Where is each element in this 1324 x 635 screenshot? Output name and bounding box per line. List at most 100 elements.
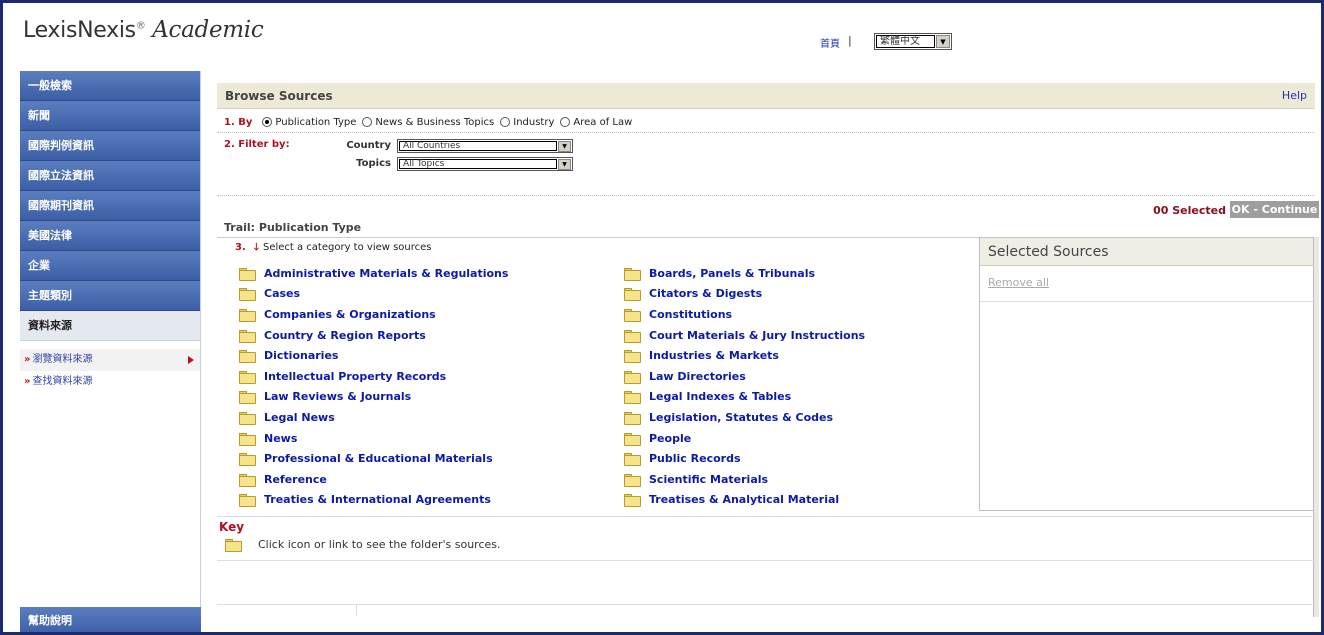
category-item[interactable]: Court Materials & Jury Instructions	[624, 325, 865, 346]
folder-icon[interactable]	[624, 411, 641, 425]
folder-icon[interactable]	[624, 432, 641, 446]
folder-icon[interactable]	[239, 350, 256, 364]
folder-icon[interactable]	[624, 308, 641, 322]
category-link[interactable]: Constitutions	[649, 308, 732, 321]
category-item[interactable]: Administrative Materials & Regulations	[239, 263, 508, 284]
category-item[interactable]: Industries & Markets	[624, 345, 865, 366]
category-item[interactable]: Reference	[239, 469, 508, 490]
country-select[interactable]: All Countries ▼	[397, 139, 573, 153]
category-item[interactable]: Public Records	[624, 448, 865, 469]
category-link[interactable]: Dictionaries	[264, 349, 338, 362]
category-item[interactable]: Treatises & Analytical Material	[624, 490, 865, 511]
category-link[interactable]: Companies & Organizations	[264, 308, 436, 321]
topics-select[interactable]: All Topics ▼	[397, 157, 573, 171]
category-item[interactable]: Law Reviews & Journals	[239, 387, 508, 408]
ok-continue-button[interactable]: OK - Continue	[1230, 201, 1319, 218]
remove-all-link[interactable]: Remove all	[980, 266, 1314, 302]
sidebar-item-general-search[interactable]: 一般檢索	[20, 71, 200, 101]
category-link[interactable]: Court Materials & Jury Instructions	[649, 329, 865, 342]
category-link[interactable]: Legislation, Statutes & Codes	[649, 411, 833, 424]
category-item[interactable]: Intellectual Property Records	[239, 366, 508, 387]
category-item[interactable]: Law Directories	[624, 366, 865, 387]
folder-icon[interactable]	[624, 453, 641, 467]
chevron-down-icon[interactable]: ▼	[558, 140, 571, 152]
category-item[interactable]: Companies & Organizations	[239, 304, 508, 325]
category-item[interactable]: Treaties & International Agreements	[239, 490, 508, 511]
folder-icon[interactable]	[624, 288, 641, 302]
category-link[interactable]: Professional & Educational Materials	[264, 452, 493, 465]
category-item[interactable]: Boards, Panels & Tribunals	[624, 263, 865, 284]
sidebar-item-help[interactable]: 幫助說明	[20, 607, 201, 632]
category-item[interactable]: Scientific Materials	[624, 469, 865, 490]
folder-icon[interactable]	[239, 473, 256, 487]
folder-icon[interactable]	[239, 494, 256, 508]
folder-icon[interactable]	[239, 267, 256, 281]
category-item[interactable]: News	[239, 428, 508, 449]
category-link[interactable]: Law Directories	[649, 370, 746, 383]
language-select[interactable]: 繁體中文 ▼	[874, 33, 952, 50]
category-item[interactable]: Legislation, Statutes & Codes	[624, 407, 865, 428]
folder-icon[interactable]	[624, 267, 641, 281]
category-link[interactable]: Scientific Materials	[649, 473, 768, 486]
category-link[interactable]: Industries & Markets	[649, 349, 779, 362]
folder-icon[interactable]	[624, 370, 641, 384]
sidebar-item-sources[interactable]: 資料來源	[20, 311, 200, 341]
category-item[interactable]: Country & Region Reports	[239, 325, 508, 346]
category-link[interactable]: Intellectual Property Records	[264, 370, 446, 383]
folder-icon[interactable]	[239, 391, 256, 405]
category-item[interactable]: Dictionaries	[239, 345, 508, 366]
folder-icon[interactable]	[239, 288, 256, 302]
sidebar-item-subjects[interactable]: 主題類別	[20, 281, 200, 311]
sidebar-item-companies[interactable]: 企業	[20, 251, 200, 281]
category-item[interactable]: Professional & Educational Materials	[239, 448, 508, 469]
sidebar-subitem-find-sources[interactable]: » 查找資料來源	[20, 371, 200, 393]
category-link[interactable]: Citators & Digests	[649, 287, 762, 300]
folder-icon[interactable]	[239, 432, 256, 446]
folder-icon[interactable]	[239, 411, 256, 425]
sidebar-item-international-cases[interactable]: 國際判例資訊	[20, 131, 200, 161]
sidebar-item-international-journals[interactable]: 國際期刊資訊	[20, 191, 200, 221]
radio-news-business-topics[interactable]	[362, 117, 373, 127]
category-link[interactable]: Country & Region Reports	[264, 329, 426, 342]
category-link[interactable]: Cases	[264, 287, 300, 300]
folder-icon[interactable]	[624, 494, 641, 508]
category-link[interactable]: Reference	[264, 473, 327, 486]
category-link[interactable]: Public Records	[649, 452, 741, 465]
category-item[interactable]: Citators & Digests	[624, 284, 865, 305]
folder-icon[interactable]	[624, 350, 641, 364]
radio-label[interactable]: Publication Type	[275, 117, 356, 128]
radio-label[interactable]: News & Business Topics	[375, 117, 494, 128]
category-link[interactable]: Law Reviews & Journals	[264, 390, 411, 403]
sidebar-item-international-legislation[interactable]: 國際立法資訊	[20, 161, 200, 191]
chevron-down-icon[interactable]: ▼	[558, 158, 571, 170]
category-link[interactable]: People	[649, 432, 691, 445]
help-link[interactable]: Help	[1282, 89, 1307, 102]
folder-icon[interactable]	[239, 453, 256, 467]
category-item[interactable]: People	[624, 428, 865, 449]
category-link[interactable]: News	[264, 432, 297, 445]
category-link[interactable]: Legal News	[264, 411, 335, 424]
folder-icon[interactable]	[239, 329, 256, 343]
chevron-down-icon[interactable]: ▼	[936, 35, 950, 48]
folder-icon[interactable]	[624, 329, 641, 343]
radio-label[interactable]: Industry	[513, 117, 554, 128]
category-link[interactable]: Treatises & Analytical Material	[649, 493, 839, 506]
sidebar-item-us-law[interactable]: 美國法律	[20, 221, 200, 251]
category-item[interactable]: Constitutions	[624, 304, 865, 325]
radio-area-of-law[interactable]	[560, 117, 571, 127]
folder-icon[interactable]	[239, 308, 256, 322]
category-item[interactable]: Legal News	[239, 407, 508, 428]
category-link[interactable]: Treaties & International Agreements	[264, 493, 491, 506]
category-link[interactable]: Boards, Panels & Tribunals	[649, 267, 815, 280]
category-item[interactable]: Legal Indexes & Tables	[624, 387, 865, 408]
category-link[interactable]: Administrative Materials & Regulations	[264, 267, 508, 280]
folder-icon[interactable]	[624, 473, 641, 487]
radio-label[interactable]: Area of Law	[573, 117, 632, 128]
sidebar-item-news[interactable]: 新聞	[20, 101, 200, 131]
sidebar-subitem-browse-sources[interactable]: » 瀏覽資料來源	[20, 349, 200, 371]
home-link[interactable]: 首頁	[820, 35, 840, 50]
folder-icon[interactable]	[239, 370, 256, 384]
category-link[interactable]: Legal Indexes & Tables	[649, 390, 791, 403]
folder-icon[interactable]	[624, 391, 641, 405]
radio-publication-type[interactable]	[262, 117, 273, 127]
